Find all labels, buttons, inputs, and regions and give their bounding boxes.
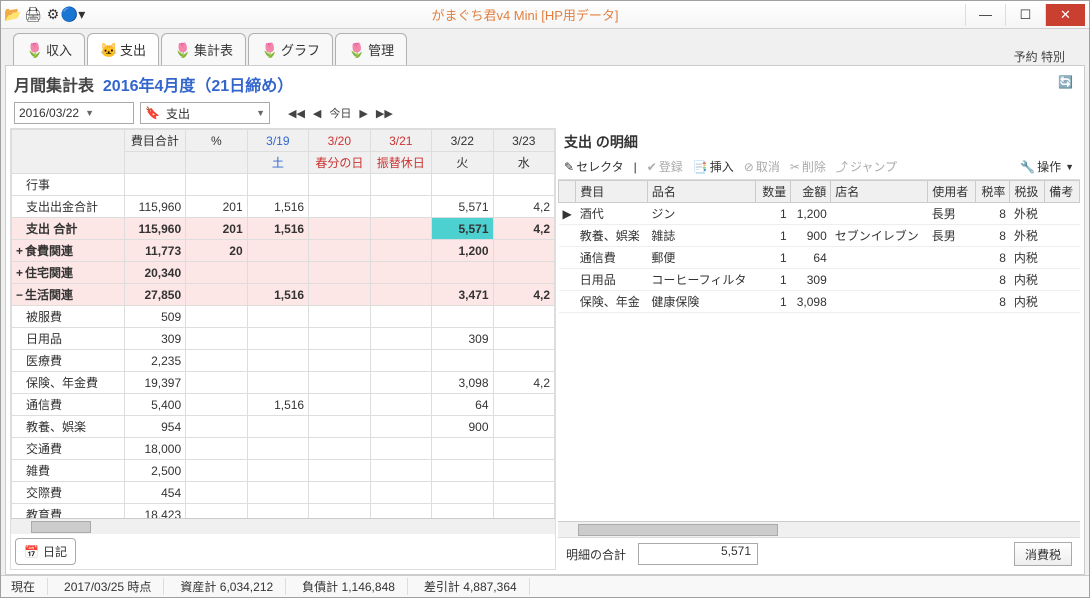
cancel-icon: ⊘ bbox=[744, 160, 754, 174]
gear-icon[interactable]: ⚙ bbox=[45, 7, 61, 23]
table-row[interactable]: −生活関連27,8501,5163,4714,2 bbox=[12, 284, 555, 306]
status-net: 差引計 4,887,364 bbox=[424, 578, 530, 595]
nav-next[interactable]: ▶ bbox=[359, 107, 367, 120]
chevron-down-icon: ▼ bbox=[256, 108, 265, 118]
chevron-down-icon: ▼ bbox=[85, 108, 94, 118]
scrollbar-thumb[interactable] bbox=[31, 521, 91, 533]
table-row[interactable]: 交通費18,000 bbox=[12, 438, 555, 460]
tab-graph[interactable]: 🌷グラフ bbox=[248, 33, 333, 65]
table-row[interactable]: 通信費5,4001,51664 bbox=[12, 394, 555, 416]
nav-prev[interactable]: ◀ bbox=[313, 107, 321, 120]
table-row[interactable]: 保険、年金健康保険13,0988内税 bbox=[559, 291, 1080, 313]
table-row[interactable]: 保険、年金費19,3973,0984,2 bbox=[12, 372, 555, 394]
table-row[interactable]: 支出出金合計115,9602011,5165,5714,2 bbox=[12, 196, 555, 218]
tab-manage[interactable]: 🌷管理 bbox=[335, 33, 407, 65]
statusbar: 現在 2017/03/25 時点 資産計 6,034,212 負債計 1,146… bbox=[1, 575, 1089, 597]
detail-h-scrollbar[interactable] bbox=[558, 521, 1080, 537]
flower-icon: 🌷 bbox=[348, 42, 364, 58]
chevron-down-icon: ▼ bbox=[1065, 162, 1074, 172]
tab-summary[interactable]: 🌷集計表 bbox=[161, 33, 246, 65]
jump-button[interactable]: ⤴ジャンプ bbox=[836, 158, 897, 175]
maximize-button[interactable]: ☐ bbox=[1005, 4, 1045, 26]
table-row[interactable]: 日用品309309 bbox=[12, 328, 555, 350]
page-header: 月間集計表 2016年4月度（21日締め） 🔄 bbox=[10, 70, 1080, 98]
calendar-icon: 📅 bbox=[24, 545, 39, 559]
content-area: 月間集計表 2016年4月度（21日締め） 🔄 2016/03/22▼ 🔖支出▼… bbox=[5, 65, 1085, 575]
main-tabs: 🌷収入 🐱支出 🌷集計表 🌷グラフ 🌷管理 予約 特別 bbox=[1, 29, 1089, 65]
table-row[interactable]: 医療費2,235 bbox=[12, 350, 555, 372]
color-icon[interactable]: 🔵▾ bbox=[65, 7, 81, 23]
check-icon: ✔ bbox=[647, 160, 657, 174]
detail-total-label: 明細の合計 bbox=[566, 546, 626, 563]
diary-button[interactable]: 📅日記 bbox=[15, 538, 76, 565]
cat-icon: 🐱 bbox=[100, 42, 116, 58]
flower-icon: 🌷 bbox=[26, 42, 42, 58]
flower-icon: 🌷 bbox=[261, 42, 277, 58]
insert-button[interactable]: 📑挿入 bbox=[693, 158, 734, 175]
table-row[interactable]: 教養、娯楽雑誌1900セブンイレブン長男8外税 bbox=[559, 225, 1080, 247]
flower-icon: 🌷 bbox=[174, 42, 190, 58]
scrollbar-thumb[interactable] bbox=[578, 524, 778, 536]
nav-buttons: ◀◀ ◀ 今日 ▶ ▶▶ bbox=[288, 105, 393, 121]
nav-today[interactable]: 今日 bbox=[329, 105, 351, 121]
wand-icon: ✎ bbox=[564, 160, 574, 174]
nav-first[interactable]: ◀◀ bbox=[288, 107, 305, 120]
table-row[interactable]: 被服費509 bbox=[12, 306, 555, 328]
register-button[interactable]: ✔登録 bbox=[647, 158, 683, 175]
status-date: 2017/03/25 時点 bbox=[64, 578, 164, 595]
summary-pane: 費目合計%3/193/203/213/223/23土春分の日振替休日火水行事支出… bbox=[10, 128, 556, 570]
table-row[interactable]: 交際費454 bbox=[12, 482, 555, 504]
date-combo[interactable]: 2016/03/22▼ bbox=[14, 102, 134, 124]
table-row[interactable]: 教育費18,423 bbox=[12, 504, 555, 519]
split-panes: 費目合計%3/193/203/213/223/23土春分の日振替休日火水行事支出… bbox=[10, 128, 1080, 570]
table-row[interactable]: +住宅関連20,340 bbox=[12, 262, 555, 284]
detail-bottom-bar: 明細の合計 5,571 消費税 bbox=[558, 537, 1080, 570]
wrench-icon: 🔧 bbox=[1020, 160, 1035, 174]
table-row[interactable]: 通信費郵便1648内税 bbox=[559, 247, 1080, 269]
refresh-icon[interactable]: 🔄 bbox=[1058, 75, 1076, 93]
status-now: 現在 bbox=[11, 578, 48, 595]
table-row[interactable]: +食費関連11,773201,200 bbox=[12, 240, 555, 262]
summary-grid[interactable]: 費目合計%3/193/203/213/223/23土春分の日振替休日火水行事支出… bbox=[11, 129, 555, 518]
window-buttons: — ☐ ✕ bbox=[965, 4, 1085, 26]
insert-icon: 📑 bbox=[693, 160, 708, 174]
table-row[interactable]: 雑費2,500 bbox=[12, 460, 555, 482]
tab-income[interactable]: 🌷収入 bbox=[13, 33, 85, 65]
detail-grid[interactable]: 費目品名数量金額店名使用者税率税扱備考▶酒代ジン11,200長男8外税教養、娯楽… bbox=[558, 180, 1080, 521]
tax-button[interactable]: 消費税 bbox=[1014, 542, 1072, 566]
table-row[interactable]: ▶酒代ジン11,200長男8外税 bbox=[559, 203, 1080, 225]
app-window: 📂 🖨 ⚙ 🔵▾ がまぐち君v4 Mini [HP用データ] — ☐ ✕ 🌷収入… bbox=[0, 0, 1090, 598]
mode-combo[interactable]: 🔖支出▼ bbox=[140, 102, 270, 124]
status-asset: 資産計 6,034,212 bbox=[180, 578, 286, 595]
window-title: がまぐち君v4 Mini [HP用データ] bbox=[85, 5, 965, 24]
jump-icon: ⤴ bbox=[836, 158, 848, 175]
status-debt: 負債計 1,146,848 bbox=[302, 578, 408, 595]
delete-button[interactable]: ✂削除 bbox=[790, 158, 826, 175]
table-row[interactable]: 日用品コーヒーフィルタ13098内税 bbox=[559, 269, 1080, 291]
tab-expense[interactable]: 🐱支出 bbox=[87, 33, 159, 65]
delete-icon: ✂ bbox=[790, 160, 800, 174]
detail-title: 支出 の明細 bbox=[558, 128, 1080, 156]
detail-total-value: 5,571 bbox=[638, 543, 758, 565]
open-icon[interactable]: 📂 bbox=[5, 7, 21, 23]
page-title: 月間集計表 2016年4月度（21日締め） bbox=[14, 72, 293, 96]
toolbar: 2016/03/22▼ 🔖支出▼ ◀◀ ◀ 今日 ▶ ▶▶ bbox=[10, 98, 1080, 128]
bookmark-icon: 🔖 bbox=[145, 106, 160, 120]
table-row[interactable]: 支出 合計115,9602011,5165,5714,2 bbox=[12, 218, 555, 240]
selector-button[interactable]: ✎セレクタ bbox=[564, 158, 624, 175]
table-row[interactable]: 教養、娯楽954900 bbox=[12, 416, 555, 438]
print-icon[interactable]: 🖨 bbox=[25, 7, 41, 23]
cancel-button[interactable]: ⊘取消 bbox=[744, 158, 780, 175]
minimize-button[interactable]: — bbox=[965, 4, 1005, 26]
table-row[interactable]: 行事 bbox=[12, 174, 555, 196]
titlebar: 📂 🖨 ⚙ 🔵▾ がまぐち君v4 Mini [HP用データ] — ☐ ✕ bbox=[1, 1, 1089, 29]
ops-button[interactable]: 🔧操作▼ bbox=[1020, 158, 1074, 175]
close-button[interactable]: ✕ bbox=[1045, 4, 1085, 26]
detail-pane: 支出 の明細 ✎セレクタ | ✔登録 📑挿入 ⊘取消 ✂削除 ⤴ジャンプ 🔧操作… bbox=[558, 128, 1080, 570]
h-scrollbar[interactable] bbox=[11, 518, 555, 534]
below-grid: 📅日記 bbox=[11, 534, 555, 569]
detail-toolbar: ✎セレクタ | ✔登録 📑挿入 ⊘取消 ✂削除 ⤴ジャンプ 🔧操作▼ bbox=[558, 156, 1080, 180]
reserve-special-link[interactable]: 予約 特別 bbox=[1014, 48, 1077, 65]
nav-last[interactable]: ▶▶ bbox=[376, 107, 393, 120]
